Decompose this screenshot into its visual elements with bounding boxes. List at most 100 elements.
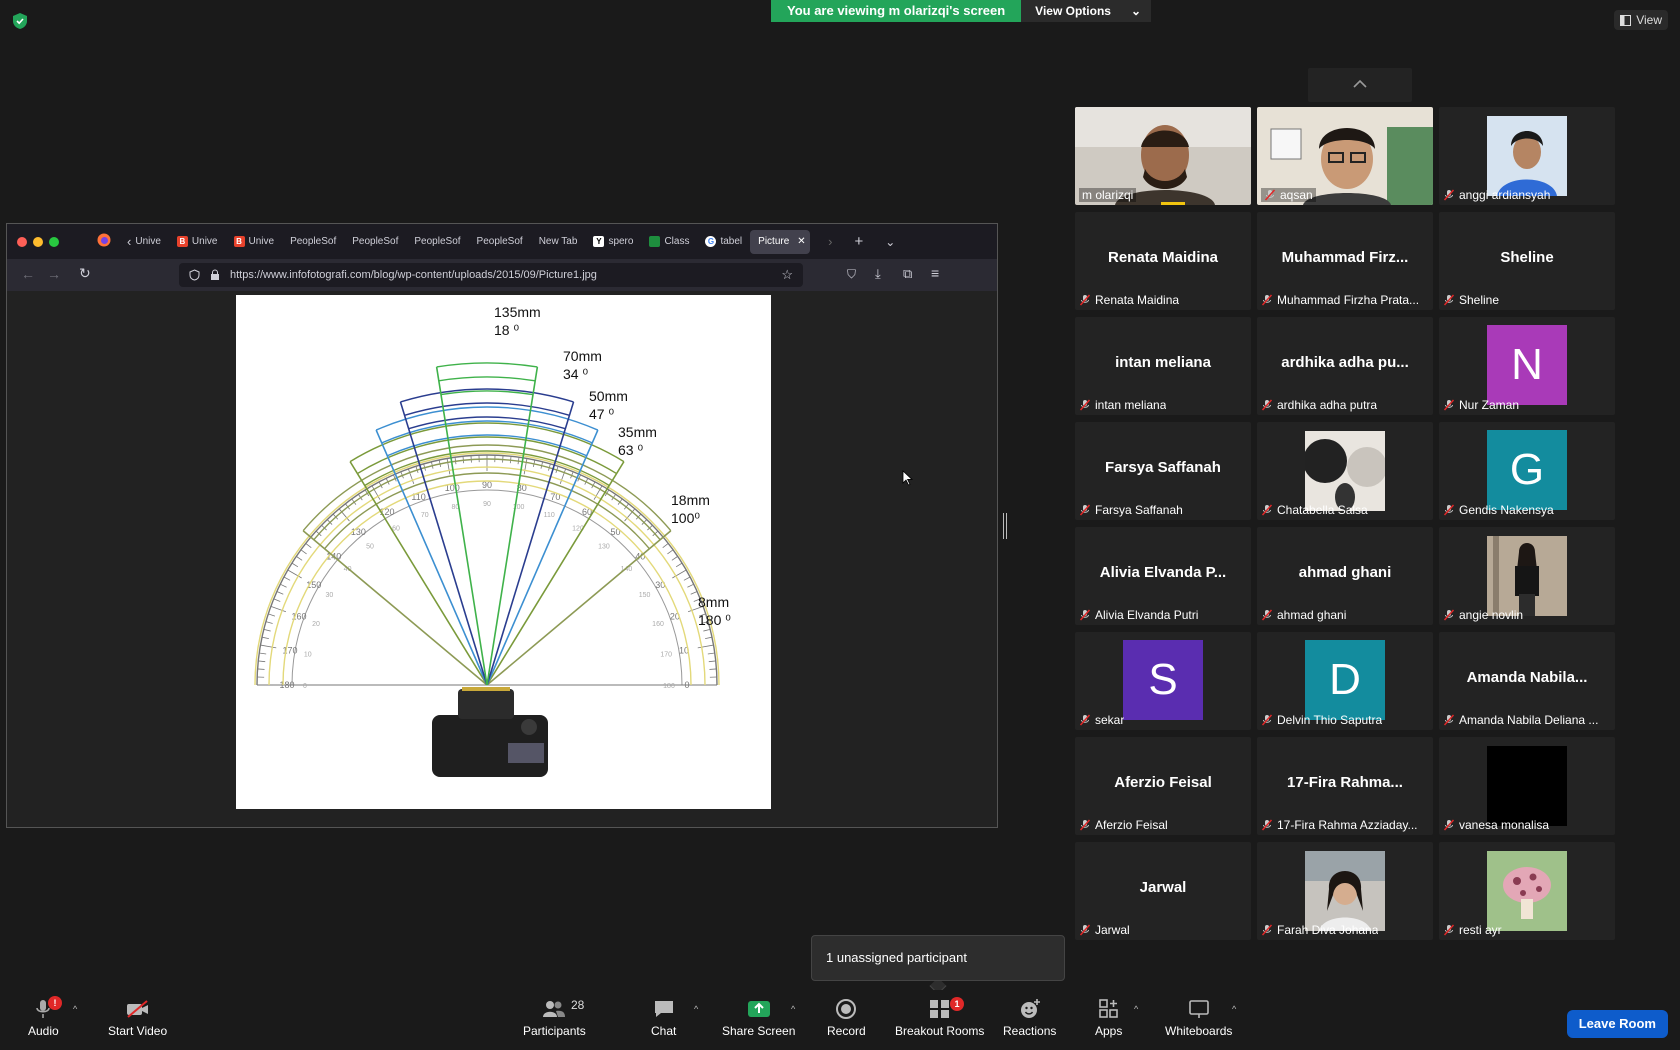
list-all-tabs-icon[interactable]: ⌄ — [885, 235, 895, 249]
extensions-icon[interactable]: ⧉ — [903, 266, 912, 282]
participant-tile[interactable]: Sheline Sheline — [1439, 212, 1615, 310]
camera-dial — [521, 719, 537, 735]
reload-icon[interactable]: ↻ — [79, 265, 91, 282]
maximize-window-icon[interactable] — [49, 236, 59, 247]
participant-tile[interactable]: D Delvin Thio Saputra — [1257, 632, 1433, 730]
tab-peoplesoft-3[interactable]: PeopleSof — [406, 230, 468, 254]
muted-microphone-icon — [1443, 714, 1455, 726]
tab-peoplesoft-1[interactable]: PeopleSof — [282, 230, 344, 254]
participant-tile[interactable]: Ssekar — [1075, 632, 1251, 730]
tab-new-tab[interactable]: New Tab — [531, 230, 586, 254]
focal-length-label: 135mm — [494, 304, 541, 320]
lock-icon[interactable] — [210, 269, 220, 281]
audio-button[interactable]: Audio ! — [28, 996, 62, 1038]
muted-microphone-icon — [1261, 609, 1273, 621]
tab-spero[interactable]: Yspero — [585, 230, 641, 254]
tab-label: New Tab — [538, 236, 578, 247]
new-tab-icon[interactable]: + — [855, 233, 864, 250]
participant-name-label: sekar — [1079, 713, 1124, 727]
whiteboards-options-caret-icon[interactable]: ^ — [1232, 1004, 1236, 1014]
apps-options-caret-icon[interactable]: ^ — [1134, 1004, 1138, 1014]
tab-tabel[interactable]: Gtabel — [697, 230, 750, 254]
focal-length-label: 35mm — [618, 424, 657, 440]
minimize-window-icon[interactable] — [33, 236, 43, 247]
muted-microphone-icon — [1079, 609, 1091, 621]
protractor-inner-number: 20 — [312, 621, 320, 628]
share-screen-label: Share Screen — [722, 1024, 796, 1038]
participant-tile[interactable]: Farsya Saffanah Farsya Saffanah — [1075, 422, 1251, 520]
share-screen-button[interactable]: Share Screen — [722, 998, 795, 1038]
participant-tile[interactable]: ardhika adha pu... ardhika adha putra — [1257, 317, 1433, 415]
fov-edge-line — [435, 366, 488, 686]
view-options-button[interactable]: View Options ⌄ — [1021, 0, 1152, 22]
tab-classroom[interactable]: Class — [641, 230, 697, 254]
close-window-icon[interactable] — [17, 236, 27, 247]
tab-peoplesoft-4[interactable]: PeopleSof — [469, 230, 531, 254]
fov-edge-line — [486, 366, 539, 686]
participant-tile[interactable]: N Nur Zaman — [1439, 317, 1615, 415]
view-button[interactable]: View — [1614, 10, 1668, 30]
participant-name: Jarwal — [1095, 923, 1130, 937]
tab-unive-3[interactable]: B Unive — [226, 230, 283, 254]
participant-name: anggi ardiansyah — [1459, 188, 1551, 202]
tab-picture-active[interactable]: Picture ✕ — [750, 229, 811, 254]
participant-tile[interactable]: Jarwal Jarwal — [1075, 842, 1251, 940]
back-icon[interactable]: ← — [21, 266, 35, 282]
unassigned-participant-popup[interactable]: 1 unassigned participant — [811, 935, 1065, 981]
tab-peoplesoft-2[interactable]: PeopleSof — [344, 230, 406, 254]
participant-tile[interactable]: Amanda Nabila... Amanda Nabila Deliana ..… — [1439, 632, 1615, 730]
participant-name: Delvin Thio Saputra — [1277, 713, 1383, 727]
split-resize-handle[interactable] — [1003, 513, 1007, 539]
participant-tile[interactable]: Renata Maidina Renata Maidina — [1075, 212, 1251, 310]
protractor-inner-number: 150 — [639, 592, 651, 599]
chat-options-caret-icon[interactable]: ^ — [694, 1004, 698, 1014]
participant-tile[interactable]: Alivia Elvanda P... Alivia Elvanda Putri — [1075, 527, 1251, 625]
participant-tile[interactable]: 17-Fira Rahma... 17-Fira Rahma Azziaday..… — [1257, 737, 1433, 835]
participant-tile[interactable]: angie novlin — [1439, 527, 1615, 625]
bookmark-star-icon[interactable]: ☆ — [781, 267, 793, 283]
participant-tile[interactable]: Aferzio Feisal Aferzio Feisal — [1075, 737, 1251, 835]
downloads-icon[interactable]: ⤓ — [875, 266, 881, 282]
forward-icon[interactable]: → — [47, 266, 61, 282]
screen-share-banner: You are viewing m olarizqi's screen View… — [771, 0, 1152, 22]
breakout-rooms-button[interactable]: Breakout Rooms 1 — [895, 997, 984, 1038]
participant-tile[interactable]: anggi ardiansyah — [1439, 107, 1615, 205]
participant-tile[interactable]: resti ayr — [1439, 842, 1615, 940]
participant-tile[interactable]: Chatabella Salsa — [1257, 422, 1433, 520]
tab-unive-2[interactable]: B Unive — [169, 230, 226, 254]
protractor-outer-number: 110 — [411, 492, 425, 502]
pocket-icon[interactable]: ⛉ — [847, 267, 856, 282]
participant-tile[interactable]: G Gendis Nakensya — [1439, 422, 1615, 520]
participant-tile[interactable]: intan meliana intan meliana — [1075, 317, 1251, 415]
reactions-button[interactable]: Reactions — [1003, 998, 1056, 1038]
participant-tile[interactable]: m olarizqi — [1075, 107, 1251, 205]
share-options-caret-icon[interactable]: ^ — [791, 1004, 795, 1014]
menu-icon[interactable]: ≡ — [931, 265, 939, 281]
participant-display-name: ahmad ghani — [1298, 564, 1392, 581]
tab-scroll-right-icon[interactable]: › — [828, 234, 832, 249]
participants-button[interactable]: Participants 28 — [523, 998, 586, 1038]
leave-room-button[interactable]: Leave Room — [1566, 1010, 1668, 1038]
apps-label: Apps — [1095, 1024, 1123, 1038]
participant-tile[interactable]: vanesa monalisa — [1439, 737, 1615, 835]
participant-tile[interactable]: Farah Diva Johana — [1257, 842, 1433, 940]
whiteboards-button[interactable]: Whiteboards — [1165, 998, 1232, 1038]
record-button[interactable]: Record — [827, 998, 866, 1038]
muted-microphone-icon — [1443, 189, 1455, 201]
audio-options-caret-icon[interactable]: ^ — [73, 1004, 77, 1014]
chat-button[interactable]: Chat — [651, 998, 676, 1038]
participant-name-label: resti ayr — [1443, 923, 1502, 937]
tab-close-icon[interactable]: ✕ — [797, 236, 805, 247]
apps-button[interactable]: Apps — [1095, 998, 1122, 1038]
hide-gallery-button[interactable] — [1308, 68, 1412, 102]
tracking-protection-icon[interactable] — [189, 269, 200, 281]
participant-tile[interactable]: aqsan — [1257, 107, 1433, 205]
tab-unive-1[interactable]: Unive — [131, 230, 169, 254]
start-video-button[interactable]: Start Video — [108, 998, 167, 1038]
fov-edge-line — [486, 401, 575, 686]
participant-tile[interactable]: ahmad ghani ahmad ghani — [1257, 527, 1433, 625]
participant-tile[interactable]: Muhammad Firz... Muhammad Firzha Prata... — [1257, 212, 1433, 310]
url-field[interactable]: https://www.infofotografi.com/blog/wp-co… — [179, 263, 803, 287]
participant-name-label: angie novlin — [1443, 608, 1523, 622]
encryption-shield-icon[interactable] — [12, 12, 28, 30]
